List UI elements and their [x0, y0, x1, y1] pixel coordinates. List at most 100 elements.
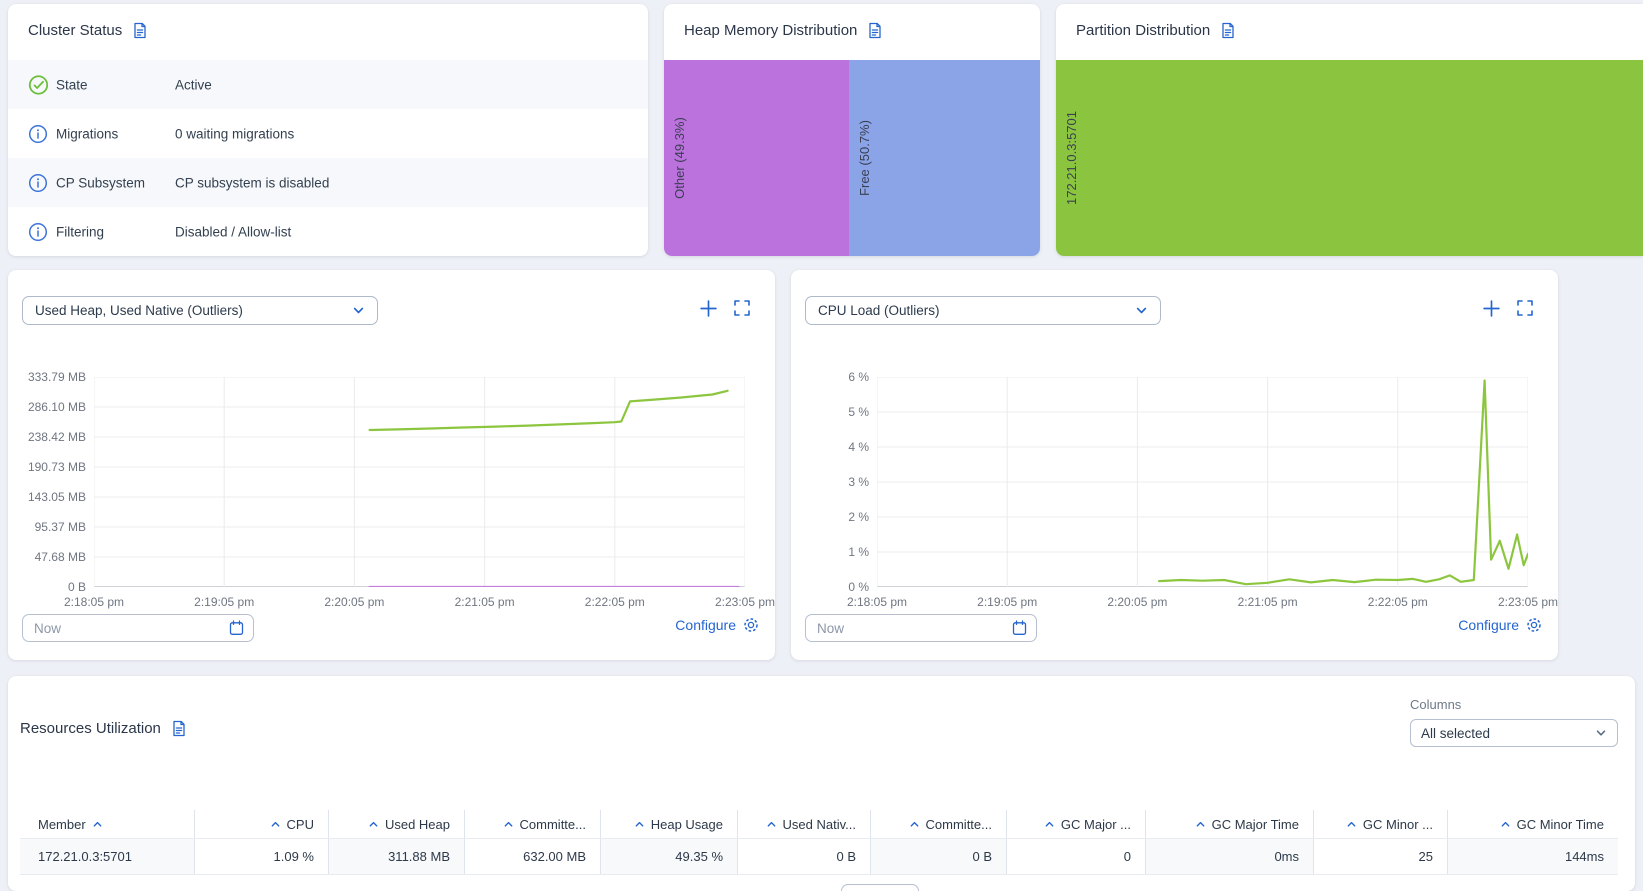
table-cell: 144ms	[1447, 839, 1618, 874]
column-header[interactable]: Used Nativ...	[737, 810, 870, 838]
table-cell: 1.09 %	[194, 839, 328, 874]
table-cell: 0	[1006, 839, 1145, 874]
time-range-picker[interactable]	[22, 614, 254, 642]
time-range-input[interactable]	[815, 619, 999, 637]
gear-icon	[1526, 617, 1542, 633]
info-circle-icon	[28, 222, 48, 242]
column-header-label: CPU	[286, 816, 314, 832]
distribution-bar-segment: Free (50.7%)	[849, 60, 1040, 256]
time-range-input[interactable]	[32, 619, 216, 637]
column-header[interactable]: GC Minor ...	[1313, 810, 1447, 838]
y-axis-tick-label: 1 %	[848, 545, 869, 559]
chart-actions	[699, 299, 751, 318]
partition-distribution-title: Partition Distribution	[1076, 22, 1211, 39]
fullscreen-button[interactable]	[733, 299, 751, 318]
sort-caret-icon	[634, 819, 645, 830]
line-chart	[876, 376, 1530, 588]
column-header-label: GC Major ...	[1060, 816, 1131, 832]
cluster-row-value: Active	[175, 77, 212, 92]
cluster-status-title: Cluster Status	[28, 22, 123, 39]
column-header[interactable]: Member	[20, 810, 194, 838]
cluster-row-label: State	[56, 77, 88, 92]
x-axis-tick-label: 2:19:05 pm	[977, 595, 1038, 609]
column-header[interactable]: GC Minor Time	[1447, 810, 1618, 838]
fullscreen-button[interactable]	[1516, 299, 1534, 318]
y-axis-tick-label: 6 %	[848, 370, 869, 384]
y-axis-tick-label: 4 %	[848, 440, 869, 454]
management-center-dashboard: Cluster Status State Active Migrations 0 wa…	[0, 0, 1643, 891]
column-header-label: Heap Usage	[650, 816, 723, 832]
x-axis-tick-label: 2:19:05 pm	[194, 595, 255, 609]
resources-title-row: Resources Utilization	[20, 720, 187, 737]
y-axis-tick-label: 333.79 MB	[27, 370, 86, 384]
cluster-status-row: CP Subsystem CP subsystem is disabled	[8, 158, 648, 207]
column-header[interactable]: Heap Usage	[600, 810, 737, 838]
partition-distribution-card: Partition Distribution 172.21.0.3:5701	[1056, 4, 1643, 256]
document-icon[interactable]	[867, 22, 883, 39]
y-axis-tick-label: 190.73 MB	[27, 460, 86, 474]
document-icon[interactable]	[171, 720, 187, 737]
column-header-label: GC Major Time	[1211, 816, 1299, 832]
cluster-row-label: Filtering	[56, 224, 105, 239]
page-size-select[interactable]	[841, 884, 919, 891]
sort-caret-icon	[503, 819, 514, 830]
x-axis-tick-label: 2:21:05 pm	[1237, 595, 1298, 609]
document-icon[interactable]	[132, 22, 148, 39]
configure-link[interactable]: Configure	[675, 617, 759, 633]
column-header-label: Used Heap	[384, 816, 450, 832]
chart-actions	[1482, 299, 1534, 318]
y-axis-tick-label: 3 %	[848, 475, 869, 489]
heap-distribution-title-row: Heap Memory Distribution	[684, 22, 883, 39]
memory-chart-plot	[93, 376, 746, 589]
table-cell: 311.88 MB	[328, 839, 464, 874]
check-circle-icon	[28, 74, 49, 95]
calendar-icon[interactable]	[229, 620, 244, 636]
column-header[interactable]: CPU	[194, 810, 328, 838]
column-header-label: Committe...	[519, 816, 586, 832]
y-axis-tick-label: 143.05 MB	[27, 490, 86, 504]
add-widget-button[interactable]	[1482, 299, 1501, 318]
column-header[interactable]: Committe...	[464, 810, 600, 838]
heap-memory-distribution-card: Heap Memory Distribution Other (49.3%) Fr…	[664, 4, 1040, 256]
calendar-icon[interactable]	[1012, 620, 1027, 636]
x-axis-tick-label: 2:18:05 pm	[63, 595, 125, 609]
add-widget-button[interactable]	[699, 299, 718, 318]
table-header-row: Member CPU Used Heap Committe... Heap Usage U…	[20, 810, 1618, 838]
y-axis-tick-label: 0 B	[67, 580, 86, 594]
sort-caret-icon	[909, 819, 920, 830]
sort-caret-icon	[368, 819, 379, 830]
column-header[interactable]: Committe...	[870, 810, 1006, 838]
gear-icon	[743, 617, 759, 633]
bar-label: Other (49.3%)	[672, 117, 687, 199]
column-header[interactable]: Used Heap	[328, 810, 464, 838]
configure-link[interactable]: Configure	[1458, 617, 1542, 633]
time-range-picker[interactable]	[805, 614, 1037, 642]
line-chart	[93, 376, 746, 589]
table-cell: 25	[1313, 839, 1447, 874]
cluster-status-title-row: Cluster Status	[28, 22, 148, 39]
columns-select[interactable]: All selected	[1410, 719, 1618, 747]
y-axis-tick-label: 238.42 MB	[27, 430, 86, 444]
table-cell: 172.21.0.3:5701	[20, 839, 194, 874]
chevron-down-icon	[352, 304, 365, 317]
x-axis-tick-label: 2:21:05 pm	[454, 595, 515, 609]
cluster-status-card: Cluster Status State Active Migrations 0 wa…	[8, 4, 648, 256]
x-axis-tick-label: 2:22:05 pm	[584, 595, 645, 609]
resources-title: Resources Utilization	[20, 720, 161, 737]
configure-label: Configure	[1458, 617, 1519, 633]
column-header[interactable]: GC Major Time	[1145, 810, 1313, 838]
columns-select-value: All selected	[1421, 725, 1491, 741]
cpu-chart-card: CPU Load (Outliers) 6 % 5 % 4 % 3 % 2 % 1 % 0 …	[791, 270, 1558, 660]
sort-caret-icon	[1044, 819, 1055, 830]
sort-caret-icon	[270, 819, 281, 830]
cpu-chart-plot	[876, 376, 1530, 588]
chevron-down-icon	[1595, 727, 1607, 739]
cluster-row-value: 0 waiting migrations	[175, 126, 295, 141]
info-circle-icon	[28, 173, 48, 193]
document-icon[interactable]	[1220, 22, 1236, 39]
columns-label: Columns	[1410, 697, 1462, 712]
column-header-label: GC Minor Time	[1516, 816, 1604, 832]
x-axis-tick-label: 2:18:05 pm	[846, 595, 908, 609]
column-header[interactable]: GC Major ...	[1006, 810, 1145, 838]
y-axis-tick-label: 0 %	[848, 580, 869, 594]
